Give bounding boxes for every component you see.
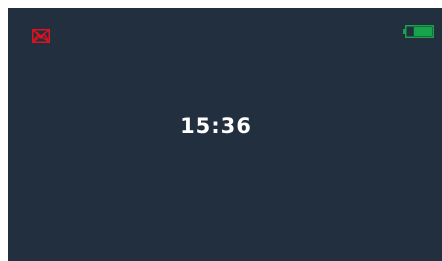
clock-time: 15:36 bbox=[180, 114, 252, 138]
image-disabled-icon bbox=[32, 29, 50, 43]
battery-icon bbox=[403, 25, 434, 38]
battery-level-fill bbox=[413, 27, 432, 36]
device-screen: 15:36 bbox=[8, 8, 442, 261]
